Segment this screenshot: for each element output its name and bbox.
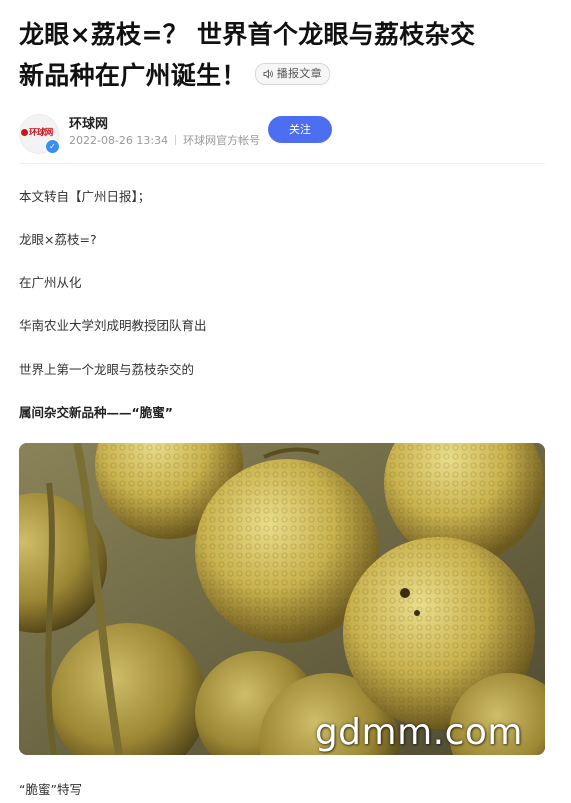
- article-meta: 2022-08-26 13:34 环球网官方帐号: [69, 132, 260, 148]
- paragraph: 华南农业大学刘成明教授团队育出: [19, 318, 207, 333]
- paragraph: 本文转自【广州日报】；: [19, 189, 151, 204]
- image-caption: “脆蜜”特写: [19, 782, 82, 797]
- meta-divider: [175, 135, 177, 145]
- avatar-logo-text: 环球网: [29, 128, 53, 138]
- author-info: 环球网 ✓ 环球网 2022-08-26 13:34 环球网官方帐号 关注: [19, 112, 545, 154]
- speaker-icon: [263, 69, 274, 79]
- image-watermark: gdmm.com: [314, 712, 523, 753]
- header-divider: [19, 163, 545, 164]
- fruit-photo: [19, 443, 545, 755]
- article-title-line1: 龙眼×荔枝=？ 世界首个龙眼与荔枝杂交: [19, 20, 476, 49]
- verified-check-icon: ✓: [45, 139, 60, 154]
- avatar-logo: 环球网: [21, 126, 57, 140]
- article-title: 龙眼×荔枝=？ 世界首个龙眼与荔枝杂交 新品种在广州诞生！ 播报文章: [19, 14, 554, 96]
- paragraph: 世界上第一个龙眼与荔枝杂交的: [19, 362, 195, 377]
- paragraph-bold: 属间杂交新品种——“脆蜜”: [19, 405, 173, 420]
- article-title-line2: 新品种在广州诞生！: [19, 61, 247, 90]
- article-image[interactable]: gdmm.com: [19, 443, 545, 755]
- listen-article-button[interactable]: 播报文章: [254, 63, 330, 85]
- account-type: 环球网官方帐号: [183, 134, 261, 147]
- listen-article-label: 播报文章: [276, 67, 322, 80]
- paragraph: 龙眼×荔枝=?: [19, 232, 97, 247]
- follow-button[interactable]: 关注: [268, 116, 332, 143]
- publish-date: 2022-08-26 13:34: [69, 134, 169, 147]
- author-name[interactable]: 环球网: [69, 113, 108, 132]
- paragraph: 在广州从化: [19, 275, 82, 290]
- article-page: 龙眼×荔枝=？ 世界首个龙眼与荔枝杂交 新品种在广州诞生！ 播报文章 环球网 ✓ …: [0, 0, 571, 803]
